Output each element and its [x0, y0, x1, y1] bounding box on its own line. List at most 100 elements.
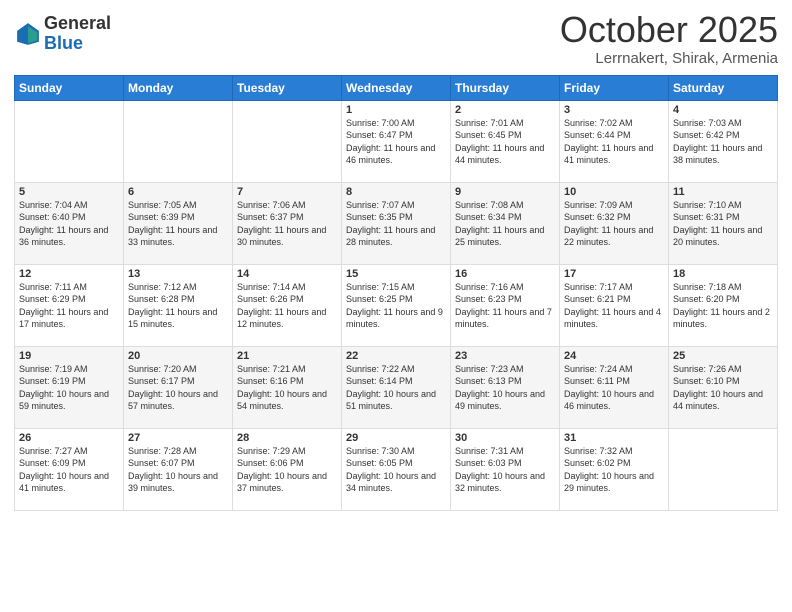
- day-number: 19: [19, 350, 119, 362]
- table-row: 12Sunrise: 7:11 AM Sunset: 6:29 PM Dayli…: [15, 264, 124, 346]
- table-row: 18Sunrise: 7:18 AM Sunset: 6:20 PM Dayli…: [669, 264, 778, 346]
- day-number: 28: [237, 432, 337, 444]
- table-row: 22Sunrise: 7:22 AM Sunset: 6:14 PM Dayli…: [342, 346, 451, 428]
- day-info: Sunrise: 7:05 AM Sunset: 6:39 PM Dayligh…: [128, 199, 228, 249]
- day-info: Sunrise: 7:15 AM Sunset: 6:25 PM Dayligh…: [346, 281, 446, 331]
- calendar-week-row: 5Sunrise: 7:04 AM Sunset: 6:40 PM Daylig…: [15, 182, 778, 264]
- day-info: Sunrise: 7:26 AM Sunset: 6:10 PM Dayligh…: [673, 363, 773, 413]
- table-row: 19Sunrise: 7:19 AM Sunset: 6:19 PM Dayli…: [15, 346, 124, 428]
- day-info: Sunrise: 7:07 AM Sunset: 6:35 PM Dayligh…: [346, 199, 446, 249]
- month-title: October 2025: [560, 10, 778, 50]
- table-row: 1Sunrise: 7:00 AM Sunset: 6:47 PM Daylig…: [342, 100, 451, 182]
- day-info: Sunrise: 7:21 AM Sunset: 6:16 PM Dayligh…: [237, 363, 337, 413]
- day-number: 15: [346, 268, 446, 280]
- table-row: 16Sunrise: 7:16 AM Sunset: 6:23 PM Dayli…: [451, 264, 560, 346]
- calendar-week-row: 26Sunrise: 7:27 AM Sunset: 6:09 PM Dayli…: [15, 428, 778, 510]
- calendar-week-row: 19Sunrise: 7:19 AM Sunset: 6:19 PM Dayli…: [15, 346, 778, 428]
- day-number: 23: [455, 350, 555, 362]
- table-row: 29Sunrise: 7:30 AM Sunset: 6:05 PM Dayli…: [342, 428, 451, 510]
- table-row: 30Sunrise: 7:31 AM Sunset: 6:03 PM Dayli…: [451, 428, 560, 510]
- day-number: 7: [237, 186, 337, 198]
- day-info: Sunrise: 7:01 AM Sunset: 6:45 PM Dayligh…: [455, 117, 555, 167]
- table-row: 28Sunrise: 7:29 AM Sunset: 6:06 PM Dayli…: [233, 428, 342, 510]
- table-row: 9Sunrise: 7:08 AM Sunset: 6:34 PM Daylig…: [451, 182, 560, 264]
- logo-general: General: [44, 14, 111, 34]
- calendar-header-row: Sunday Monday Tuesday Wednesday Thursday…: [15, 75, 778, 100]
- day-number: 3: [564, 104, 664, 116]
- table-row: [124, 100, 233, 182]
- day-info: Sunrise: 7:02 AM Sunset: 6:44 PM Dayligh…: [564, 117, 664, 167]
- table-row: 7Sunrise: 7:06 AM Sunset: 6:37 PM Daylig…: [233, 182, 342, 264]
- day-number: 10: [564, 186, 664, 198]
- table-row: [669, 428, 778, 510]
- table-row: 11Sunrise: 7:10 AM Sunset: 6:31 PM Dayli…: [669, 182, 778, 264]
- day-number: 26: [19, 432, 119, 444]
- table-row: 26Sunrise: 7:27 AM Sunset: 6:09 PM Dayli…: [15, 428, 124, 510]
- title-block: October 2025 Lerrnakert, Shirak, Armenia: [560, 10, 778, 67]
- day-info: Sunrise: 7:12 AM Sunset: 6:28 PM Dayligh…: [128, 281, 228, 331]
- col-friday: Friday: [560, 75, 669, 100]
- table-row: 31Sunrise: 7:32 AM Sunset: 6:02 PM Dayli…: [560, 428, 669, 510]
- table-row: 2Sunrise: 7:01 AM Sunset: 6:45 PM Daylig…: [451, 100, 560, 182]
- day-info: Sunrise: 7:30 AM Sunset: 6:05 PM Dayligh…: [346, 445, 446, 495]
- day-info: Sunrise: 7:24 AM Sunset: 6:11 PM Dayligh…: [564, 363, 664, 413]
- col-saturday: Saturday: [669, 75, 778, 100]
- table-row: [233, 100, 342, 182]
- day-info: Sunrise: 7:29 AM Sunset: 6:06 PM Dayligh…: [237, 445, 337, 495]
- day-info: Sunrise: 7:22 AM Sunset: 6:14 PM Dayligh…: [346, 363, 446, 413]
- day-info: Sunrise: 7:14 AM Sunset: 6:26 PM Dayligh…: [237, 281, 337, 331]
- day-info: Sunrise: 7:10 AM Sunset: 6:31 PM Dayligh…: [673, 199, 773, 249]
- logo-blue: Blue: [44, 34, 111, 54]
- table-row: 25Sunrise: 7:26 AM Sunset: 6:10 PM Dayli…: [669, 346, 778, 428]
- day-number: 9: [455, 186, 555, 198]
- calendar-table: Sunday Monday Tuesday Wednesday Thursday…: [14, 75, 778, 511]
- table-row: 6Sunrise: 7:05 AM Sunset: 6:39 PM Daylig…: [124, 182, 233, 264]
- day-number: 22: [346, 350, 446, 362]
- day-info: Sunrise: 7:16 AM Sunset: 6:23 PM Dayligh…: [455, 281, 555, 331]
- day-number: 27: [128, 432, 228, 444]
- day-number: 11: [673, 186, 773, 198]
- day-info: Sunrise: 7:20 AM Sunset: 6:17 PM Dayligh…: [128, 363, 228, 413]
- table-row: 8Sunrise: 7:07 AM Sunset: 6:35 PM Daylig…: [342, 182, 451, 264]
- page-header: General Blue October 2025 Lerrnakert, Sh…: [14, 10, 778, 67]
- day-number: 13: [128, 268, 228, 280]
- day-info: Sunrise: 7:11 AM Sunset: 6:29 PM Dayligh…: [19, 281, 119, 331]
- col-thursday: Thursday: [451, 75, 560, 100]
- page-container: General Blue October 2025 Lerrnakert, Sh…: [0, 0, 792, 519]
- location: Lerrnakert, Shirak, Armenia: [560, 50, 778, 67]
- col-monday: Monday: [124, 75, 233, 100]
- day-number: 4: [673, 104, 773, 116]
- logo: General Blue: [14, 14, 111, 54]
- table-row: 14Sunrise: 7:14 AM Sunset: 6:26 PM Dayli…: [233, 264, 342, 346]
- day-info: Sunrise: 7:19 AM Sunset: 6:19 PM Dayligh…: [19, 363, 119, 413]
- col-sunday: Sunday: [15, 75, 124, 100]
- day-info: Sunrise: 7:08 AM Sunset: 6:34 PM Dayligh…: [455, 199, 555, 249]
- table-row: 20Sunrise: 7:20 AM Sunset: 6:17 PM Dayli…: [124, 346, 233, 428]
- day-info: Sunrise: 7:09 AM Sunset: 6:32 PM Dayligh…: [564, 199, 664, 249]
- day-number: 16: [455, 268, 555, 280]
- day-info: Sunrise: 7:06 AM Sunset: 6:37 PM Dayligh…: [237, 199, 337, 249]
- day-number: 12: [19, 268, 119, 280]
- logo-icon: [14, 20, 42, 48]
- day-info: Sunrise: 7:00 AM Sunset: 6:47 PM Dayligh…: [346, 117, 446, 167]
- day-info: Sunrise: 7:27 AM Sunset: 6:09 PM Dayligh…: [19, 445, 119, 495]
- table-row: 5Sunrise: 7:04 AM Sunset: 6:40 PM Daylig…: [15, 182, 124, 264]
- day-info: Sunrise: 7:31 AM Sunset: 6:03 PM Dayligh…: [455, 445, 555, 495]
- day-number: 1: [346, 104, 446, 116]
- table-row: 21Sunrise: 7:21 AM Sunset: 6:16 PM Dayli…: [233, 346, 342, 428]
- table-row: 13Sunrise: 7:12 AM Sunset: 6:28 PM Dayli…: [124, 264, 233, 346]
- logo-text: General Blue: [44, 14, 111, 54]
- day-info: Sunrise: 7:32 AM Sunset: 6:02 PM Dayligh…: [564, 445, 664, 495]
- day-number: 31: [564, 432, 664, 444]
- day-number: 29: [346, 432, 446, 444]
- day-number: 18: [673, 268, 773, 280]
- table-row: 23Sunrise: 7:23 AM Sunset: 6:13 PM Dayli…: [451, 346, 560, 428]
- day-number: 5: [19, 186, 119, 198]
- col-wednesday: Wednesday: [342, 75, 451, 100]
- table-row: 4Sunrise: 7:03 AM Sunset: 6:42 PM Daylig…: [669, 100, 778, 182]
- table-row: [15, 100, 124, 182]
- table-row: 10Sunrise: 7:09 AM Sunset: 6:32 PM Dayli…: [560, 182, 669, 264]
- day-info: Sunrise: 7:28 AM Sunset: 6:07 PM Dayligh…: [128, 445, 228, 495]
- table-row: 15Sunrise: 7:15 AM Sunset: 6:25 PM Dayli…: [342, 264, 451, 346]
- table-row: 17Sunrise: 7:17 AM Sunset: 6:21 PM Dayli…: [560, 264, 669, 346]
